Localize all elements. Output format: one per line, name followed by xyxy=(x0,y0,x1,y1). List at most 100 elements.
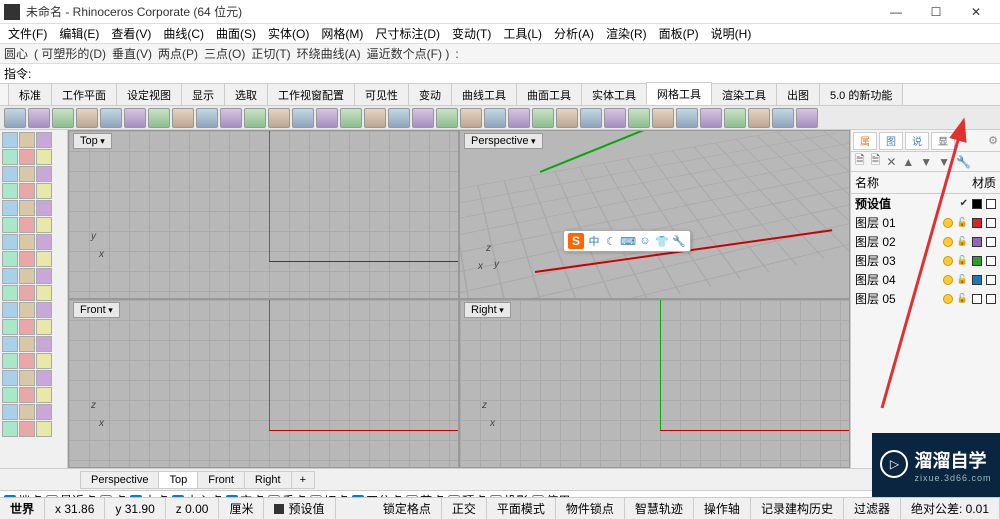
tool-button[interactable] xyxy=(2,319,18,335)
status-toggle[interactable]: 过滤器 xyxy=(844,498,901,519)
tool-button[interactable] xyxy=(19,336,35,352)
toolbar-button[interactable] xyxy=(604,108,626,128)
tool-button[interactable] xyxy=(19,268,35,284)
menu-item[interactable]: 查看(V) xyxy=(107,25,155,42)
tool-button[interactable] xyxy=(2,404,18,420)
viewport-label[interactable]: Right xyxy=(464,302,511,318)
toolbar-tab[interactable]: 工作视窗配置 xyxy=(267,83,355,105)
toolbar-button[interactable] xyxy=(412,108,434,128)
toolbar-tab[interactable]: 工作平面 xyxy=(51,83,117,105)
toolbar-button[interactable] xyxy=(796,108,818,128)
lock-icon[interactable]: 🔓 xyxy=(957,236,968,247)
toolbar-button[interactable] xyxy=(100,108,122,128)
opt-item[interactable]: : xyxy=(455,47,458,61)
toolbar-button[interactable] xyxy=(772,108,794,128)
tools-icon[interactable]: 🔧 xyxy=(956,155,971,169)
status-toggle[interactable]: 智慧轨迹 xyxy=(625,498,694,519)
ime-shirt-icon[interactable]: 👕 xyxy=(655,234,669,248)
opt-item[interactable]: 两点(P) xyxy=(158,45,198,62)
lock-icon[interactable]: 🔓 xyxy=(957,255,968,266)
opt-item[interactable]: ( 可塑形的(D) xyxy=(34,45,106,62)
tool-button[interactable] xyxy=(2,200,18,216)
tool-button[interactable] xyxy=(36,353,52,369)
tool-button[interactable] xyxy=(19,166,35,182)
toolbar-button[interactable] xyxy=(484,108,506,128)
menu-item[interactable]: 网格(M) xyxy=(317,25,367,42)
menu-item[interactable]: 工具(L) xyxy=(499,25,546,42)
toolbar-tab[interactable]: 选取 xyxy=(224,83,268,105)
status-toggle[interactable]: 物件锁点 xyxy=(556,498,625,519)
panel-tab[interactable]: 说 xyxy=(905,132,929,150)
toolbar-button[interactable] xyxy=(748,108,770,128)
tool-button[interactable] xyxy=(2,336,18,352)
tool-button[interactable] xyxy=(2,285,18,301)
toolbar-button[interactable] xyxy=(196,108,218,128)
toolbar-button[interactable] xyxy=(460,108,482,128)
toolbar-tab[interactable]: 曲面工具 xyxy=(516,83,582,105)
tool-button[interactable] xyxy=(19,285,35,301)
minimize-button[interactable]: — xyxy=(884,5,908,19)
tool-button[interactable] xyxy=(2,183,18,199)
tool-button[interactable] xyxy=(19,353,35,369)
toolbar-button[interactable] xyxy=(388,108,410,128)
toolbar-button[interactable] xyxy=(724,108,746,128)
viewport-label[interactable]: Front xyxy=(73,302,120,318)
viewport-label[interactable]: Top xyxy=(73,133,112,149)
layer-props-icon[interactable]: ▼ xyxy=(920,155,932,169)
tool-button[interactable] xyxy=(19,200,35,216)
gear-icon[interactable]: ⚙ xyxy=(988,134,998,147)
toolbar-button[interactable] xyxy=(172,108,194,128)
tool-button[interactable] xyxy=(19,183,35,199)
toolbar-button[interactable] xyxy=(124,108,146,128)
opt-item[interactable]: 三点(O) xyxy=(204,45,245,62)
layer-row[interactable]: 预设值✔ xyxy=(851,194,1000,213)
toolbar-button[interactable] xyxy=(4,108,26,128)
tool-button[interactable] xyxy=(2,166,18,182)
tool-button[interactable] xyxy=(19,217,35,233)
status-toggle[interactable]: 锁定格点 xyxy=(373,498,442,519)
tool-button[interactable] xyxy=(19,302,35,318)
toolbar-button[interactable] xyxy=(532,108,554,128)
menu-item[interactable]: 尺寸标注(D) xyxy=(371,25,444,42)
tool-button[interactable] xyxy=(36,149,52,165)
toolbar-button[interactable] xyxy=(244,108,266,128)
status-toggle[interactable]: 记录建构历史 xyxy=(751,498,844,519)
toolbar-button[interactable] xyxy=(364,108,386,128)
viewport-tab[interactable]: Top xyxy=(158,471,198,489)
tool-button[interactable] xyxy=(19,370,35,386)
menu-item[interactable]: 分析(A) xyxy=(550,25,598,42)
filter-icon[interactable]: ▼ xyxy=(938,155,950,169)
command-input[interactable] xyxy=(35,67,996,81)
tool-button[interactable] xyxy=(36,421,52,437)
opt-item[interactable]: 逼近数个点(F) ) xyxy=(367,45,450,62)
tool-button[interactable] xyxy=(2,149,18,165)
toolbar-button[interactable] xyxy=(580,108,602,128)
color-swatch[interactable] xyxy=(972,218,982,228)
color-swatch[interactable] xyxy=(972,237,982,247)
toolbar-button[interactable] xyxy=(340,108,362,128)
toolbar-tab[interactable]: 网格工具 xyxy=(646,82,712,105)
toolbar-tab[interactable]: 渲染工具 xyxy=(711,83,777,105)
toolbar-button[interactable] xyxy=(676,108,698,128)
tool-button[interactable] xyxy=(19,387,35,403)
menu-item[interactable]: 说明(H) xyxy=(707,25,756,42)
tool-button[interactable] xyxy=(36,234,52,250)
menu-item[interactable]: 渲染(R) xyxy=(602,25,651,42)
tool-button[interactable] xyxy=(36,217,52,233)
toolbar-button[interactable] xyxy=(52,108,74,128)
toolbar-button[interactable] xyxy=(28,108,50,128)
color-swatch[interactable] xyxy=(972,275,982,285)
toolbar-button[interactable] xyxy=(508,108,530,128)
tool-button[interactable] xyxy=(2,421,18,437)
tool-button[interactable] xyxy=(2,268,18,284)
toolbar-tab[interactable]: 显示 xyxy=(181,83,225,105)
layer-row[interactable]: 图层 01🔓 xyxy=(851,213,1000,232)
visibility-icon[interactable] xyxy=(943,237,953,247)
toolbar-tab[interactable]: 标准 xyxy=(8,83,52,105)
menu-item[interactable]: 变动(T) xyxy=(448,25,495,42)
opt-item[interactable]: 正切(T) xyxy=(251,45,290,62)
status-unit[interactable]: 厘米 xyxy=(219,498,264,519)
menu-item[interactable]: 文件(F) xyxy=(4,25,51,42)
color-swatch[interactable] xyxy=(972,256,982,266)
tool-button[interactable] xyxy=(2,370,18,386)
